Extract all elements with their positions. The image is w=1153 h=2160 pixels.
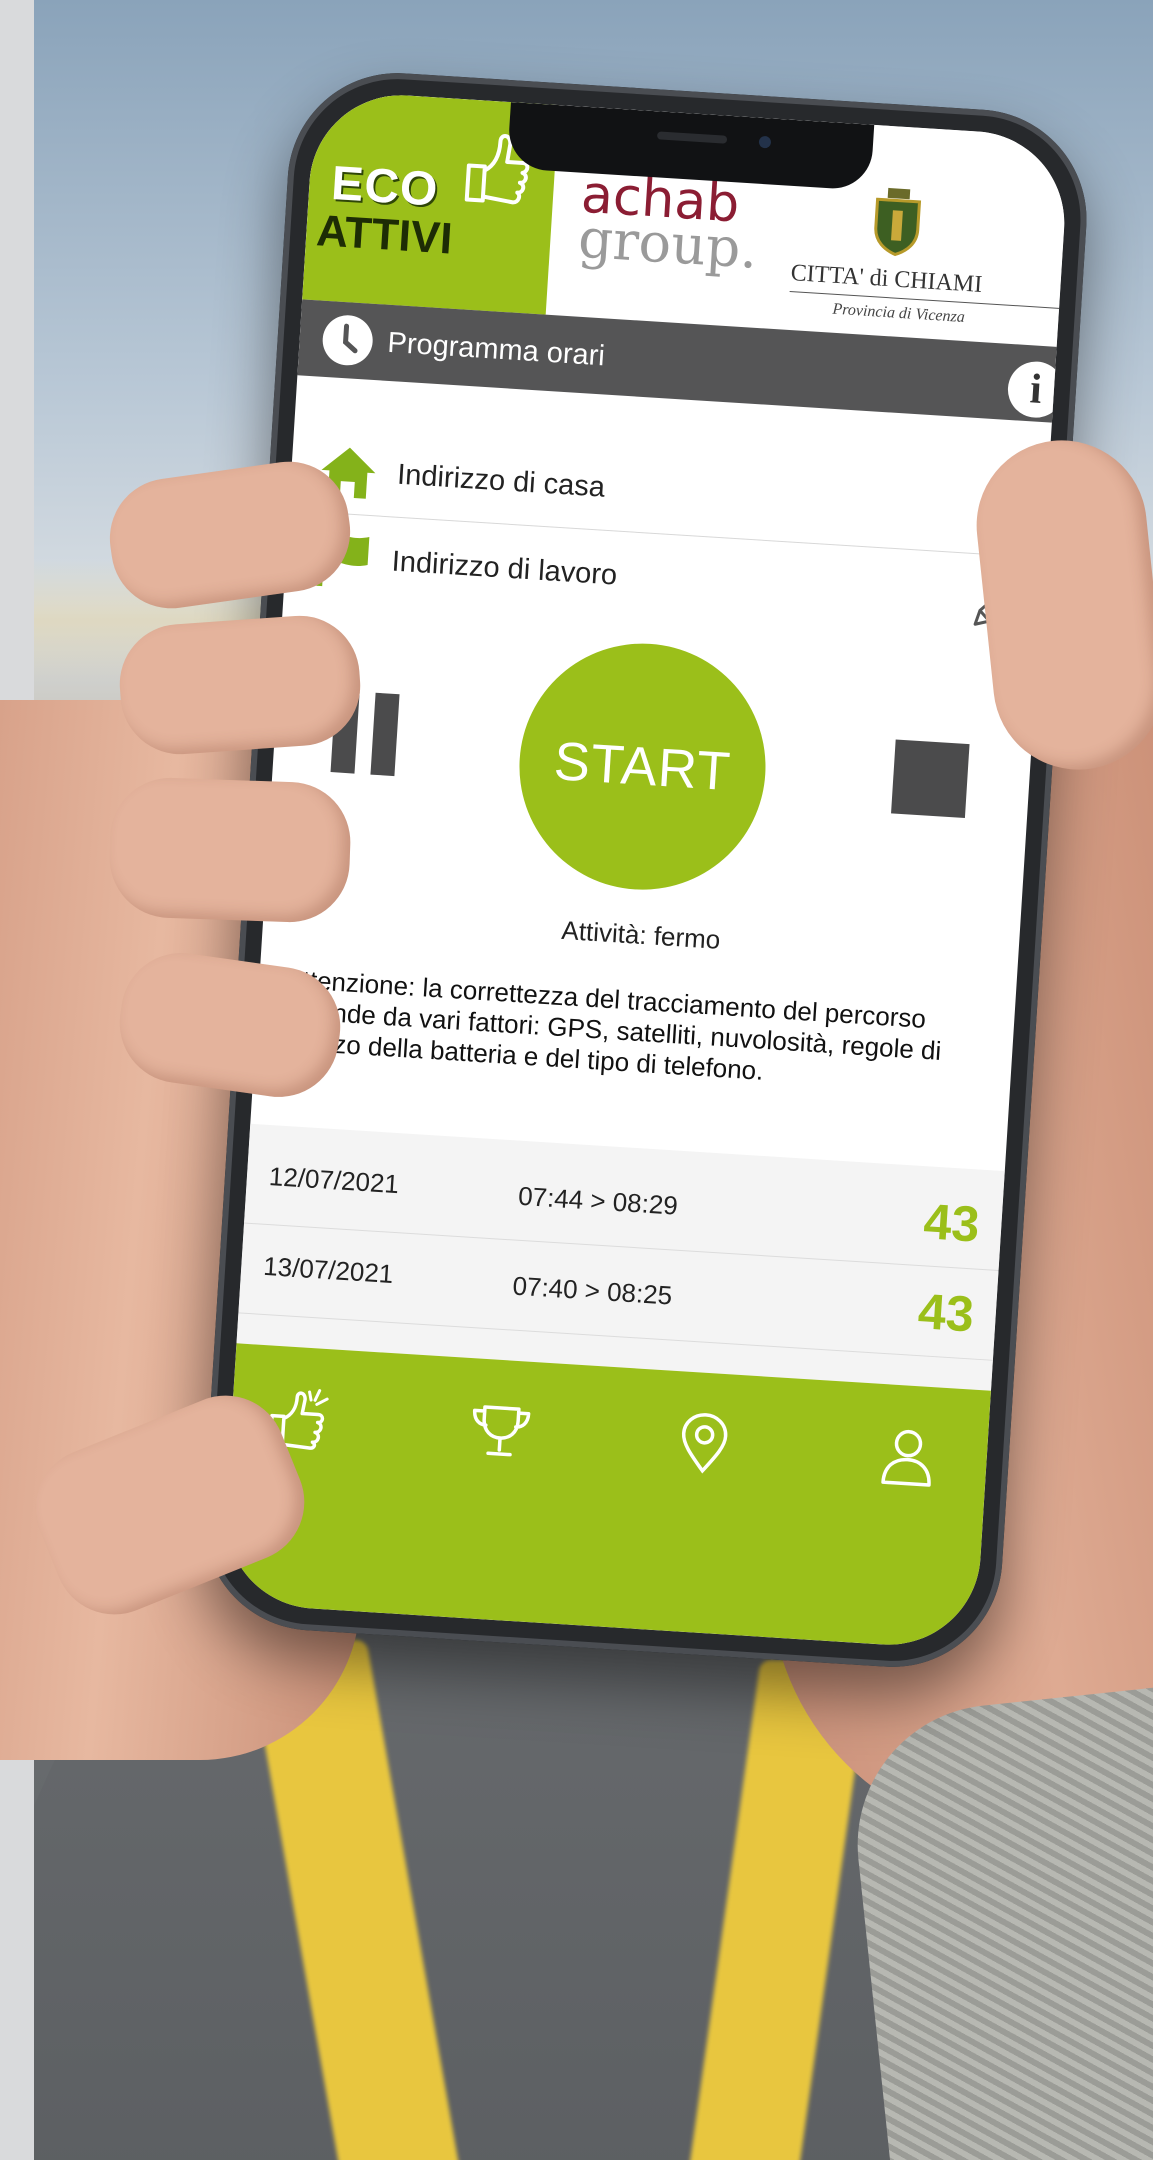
speaker (656, 131, 728, 144)
city-crest-icon (874, 187, 922, 257)
trip-date: 12/07/2021 (268, 1161, 400, 1200)
achab-logo-line2: group. (576, 206, 760, 281)
trip-points: 43 (916, 1283, 976, 1343)
trip-time: 07:44 > 08:29 (517, 1180, 679, 1221)
trip-date: 13/07/2021 (262, 1250, 395, 1289)
schedule-title: Programma orari (386, 326, 606, 372)
work-address-label: Indirizzo di lavoro (390, 545, 619, 592)
trophy-icon[interactable] (465, 1396, 535, 1466)
info-icon[interactable]: i (1006, 359, 1066, 420)
tracking-warning: Attenzione: la correttezza del tracciame… (280, 963, 943, 1086)
camera (758, 135, 772, 149)
bottom-navigation (220, 1343, 991, 1651)
location-pin-icon[interactable] (669, 1409, 739, 1479)
stop-button[interactable] (891, 739, 970, 818)
activity-status: Attività: fermo (560, 914, 722, 955)
user-icon[interactable] (873, 1422, 943, 1492)
province-name: Provincia di Vicenza (832, 300, 966, 326)
left-finger (107, 775, 353, 925)
sleeve (843, 1682, 1153, 2160)
left-finger (115, 611, 365, 759)
logo-line-attivi: ATTIVI (314, 206, 454, 264)
trip-time: 07:40 > 08:25 (511, 1270, 674, 1311)
trip-points: 43 (922, 1193, 982, 1253)
city-name: CITTA' di CHIAMI (789, 260, 1070, 311)
logo-line-eco: ECO (329, 157, 440, 217)
clock-icon (322, 315, 373, 366)
home-address-label: Indirizzo di casa (396, 458, 606, 504)
start-button[interactable]: START (512, 636, 773, 898)
